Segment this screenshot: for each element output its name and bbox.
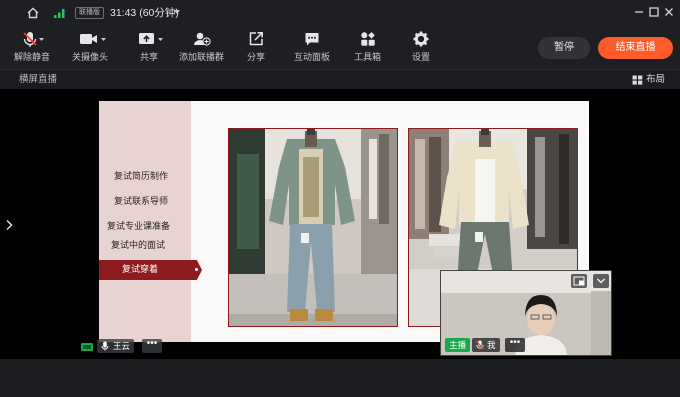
- chat-panel-icon: [305, 33, 319, 46]
- external-share-icon: [249, 32, 263, 46]
- speaker-tag: 王云: [97, 339, 135, 353]
- toolbox-icon: [360, 32, 375, 46]
- slide-menu-item: 复试中的面试: [111, 241, 166, 251]
- sub-bar: 横屏直播 布局: [0, 71, 680, 89]
- me-badge: 我: [472, 338, 500, 352]
- chevron-down-icon[interactable]: [593, 274, 609, 288]
- live-timer: 31:43 (60分钟): [110, 7, 179, 19]
- close-icon[interactable]: [663, 6, 675, 18]
- interaction-panel-button[interactable]: 互动面板: [294, 30, 330, 63]
- outfit-photo-1: [228, 128, 398, 327]
- toolbox-button[interactable]: 工具箱: [354, 30, 381, 63]
- slide-menu-item: 复试简历制作: [114, 172, 169, 182]
- share-screen-icon: [139, 33, 163, 44]
- chevron-right-icon[interactable]: [4, 219, 14, 231]
- share-button[interactable]: 分享: [247, 30, 265, 63]
- chevron-down-icon[interactable]: [174, 10, 180, 14]
- slide-menu-active-item: 复试穿着: [122, 265, 159, 275]
- pip-icon[interactable]: [571, 274, 587, 288]
- slide-menu-item: 复试专业课准备: [107, 222, 171, 232]
- signal-icon: [54, 9, 65, 18]
- title-bar: 联播版 31:43 (60分钟): [0, 0, 680, 26]
- host-camera-view: 主播 我 •••: [440, 270, 612, 356]
- layout-grid-icon: [632, 75, 643, 85]
- end-live-button[interactable]: 结束直播: [598, 37, 673, 59]
- unmute-button[interactable]: 解除静音: [14, 30, 50, 63]
- camera-off-button[interactable]: 关摄像头: [72, 30, 108, 63]
- settings-button[interactable]: 设置: [412, 30, 430, 63]
- pause-button[interactable]: 暂停: [538, 37, 590, 59]
- home-icon[interactable]: [26, 6, 40, 20]
- mic-muted-icon: [23, 32, 44, 47]
- maximize-icon[interactable]: [648, 6, 660, 18]
- host-badge: 主播: [445, 338, 471, 352]
- camera-icon: [80, 34, 106, 44]
- add-group-icon: [193, 32, 211, 46]
- bottom-bar: [0, 359, 680, 397]
- camera-more-button[interactable]: •••: [505, 338, 525, 352]
- slide-menu-item: 复试联系导师: [114, 197, 169, 207]
- mic-muted-icon: [475, 340, 485, 350]
- screen-share-icon: [81, 343, 93, 351]
- more-options-button[interactable]: •••: [142, 339, 162, 353]
- slide-menu-dot: [195, 268, 198, 271]
- gear-icon: [413, 31, 429, 47]
- minimize-icon[interactable]: [633, 6, 645, 18]
- layout-button[interactable]: 布局: [632, 74, 665, 86]
- mic-icon: [101, 341, 109, 351]
- share-screen-button[interactable]: 共享: [133, 30, 165, 63]
- edition-badge: 联播版: [75, 7, 104, 19]
- live-mode-title: 横屏直播: [19, 74, 58, 85]
- add-group-button[interactable]: 添加联播群: [179, 30, 224, 63]
